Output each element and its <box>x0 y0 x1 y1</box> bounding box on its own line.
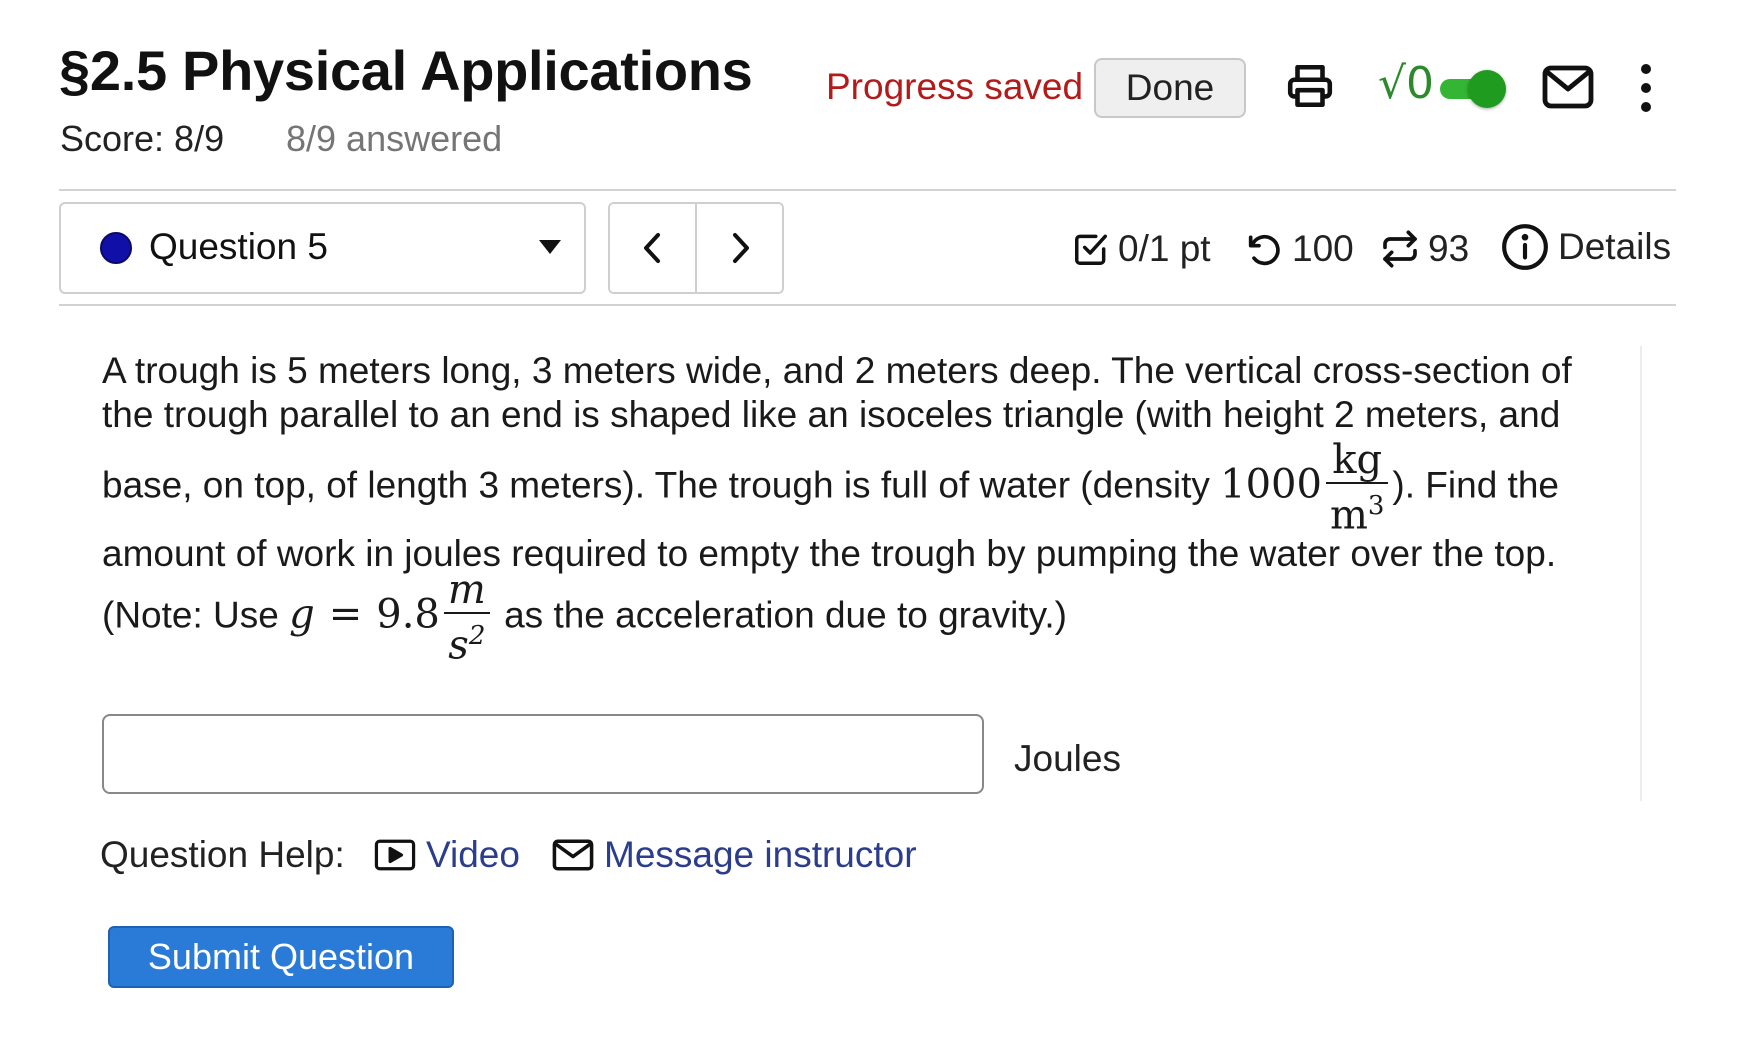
answer-unit: Joules <box>1014 738 1121 779</box>
points-stat: 0/1 pt <box>1072 228 1211 270</box>
fraction-denominator-exponent: 2 <box>468 621 486 651</box>
video-help-link[interactable]: Video <box>374 834 520 876</box>
question-text-segment: ). Find the <box>1392 464 1559 506</box>
question-text-segment: (Note: Use <box>102 594 290 636</box>
content-divider <box>1640 346 1642 801</box>
math-display-toggle[interactable] <box>1440 70 1508 108</box>
question-selector[interactable]: Question 5 <box>59 202 586 294</box>
question-text-segment: as the acceleration due to gravity.) <box>493 594 1067 636</box>
progress-status: Progress saved <box>826 66 1084 107</box>
chevron-left-icon <box>643 233 660 263</box>
question-help-label: Question Help: <box>100 834 345 875</box>
retry-icon <box>1248 234 1280 266</box>
fraction-numerator: kg <box>1332 437 1383 483</box>
retries-stat: 100 <box>1244 228 1354 270</box>
fraction-denominator: m3 <box>1325 482 1389 539</box>
math-display-label: √0 <box>1378 58 1435 109</box>
question-nav-group <box>608 202 784 294</box>
chevron-right-icon <box>732 233 749 263</box>
info-icon <box>1502 224 1548 270</box>
density-unit-fraction: kg m3 <box>1325 437 1389 539</box>
details-label: Details <box>1558 226 1672 267</box>
submit-question-button[interactable]: Submit Question <box>108 926 454 988</box>
video-icon <box>374 839 416 871</box>
g-symbol: g <box>289 591 315 638</box>
message-instructor-label: Message instructor <box>604 834 917 875</box>
answer-input[interactable] <box>102 714 984 794</box>
question-text-line: (Note: Use g = 9.8 m s2 as the acceleration … <box>102 568 1067 667</box>
score-text: Score: 8/9 <box>60 118 225 159</box>
caret-down-icon <box>539 240 561 254</box>
fraction-denominator-base: s <box>448 622 469 669</box>
attempts-stat: 93 <box>1380 228 1469 270</box>
mail-icon <box>552 839 594 871</box>
question-text-line: base, on top, of length 3 meters). The t… <box>102 438 1559 537</box>
attempts-value: 93 <box>1428 228 1470 269</box>
question-text-segment: base, on top, of length 3 meters). The t… <box>102 464 1221 506</box>
question-text-line: A trough is 5 meters long, 3 meters wide… <box>102 350 1572 391</box>
question-text-line: the trough parallel to an end is shaped … <box>102 394 1561 435</box>
fraction-numerator: m <box>447 567 486 613</box>
answered-count: 8/9 answered <box>286 118 503 159</box>
video-label: Video <box>426 834 520 875</box>
checkbox-icon <box>1075 234 1107 265</box>
points-value: 0/1 pt <box>1118 228 1211 269</box>
gravity-unit-fraction: m s2 <box>443 567 490 669</box>
fraction-denominator: s2 <box>443 612 490 669</box>
next-question-button[interactable] <box>695 204 782 292</box>
mail-icon[interactable] <box>1540 62 1596 112</box>
previous-question-button[interactable] <box>610 204 695 292</box>
g-value: 9.8 <box>376 591 440 638</box>
page-title: §2.5 Physical Applications <box>59 39 753 102</box>
question-selector-label: Question 5 <box>149 226 328 267</box>
fraction-denominator-base: m <box>1329 492 1368 539</box>
fraction-denominator-exponent: 3 <box>1367 491 1385 521</box>
message-instructor-link[interactable]: Message instructor <box>552 834 917 876</box>
kebab-menu-icon[interactable] <box>1630 58 1662 118</box>
retries-value: 100 <box>1292 228 1354 269</box>
toolbar-divider <box>59 304 1676 306</box>
question-status-dot <box>100 232 132 264</box>
equals-sign: = <box>328 591 363 638</box>
done-button[interactable]: Done <box>1094 58 1246 118</box>
density-value: 1000 <box>1220 461 1322 508</box>
details-button[interactable]: Details <box>1500 222 1671 272</box>
printer-icon[interactable] <box>1282 58 1338 114</box>
header-divider <box>59 189 1676 191</box>
toggle-knob <box>1468 70 1506 108</box>
repeat-icon <box>1383 230 1417 268</box>
